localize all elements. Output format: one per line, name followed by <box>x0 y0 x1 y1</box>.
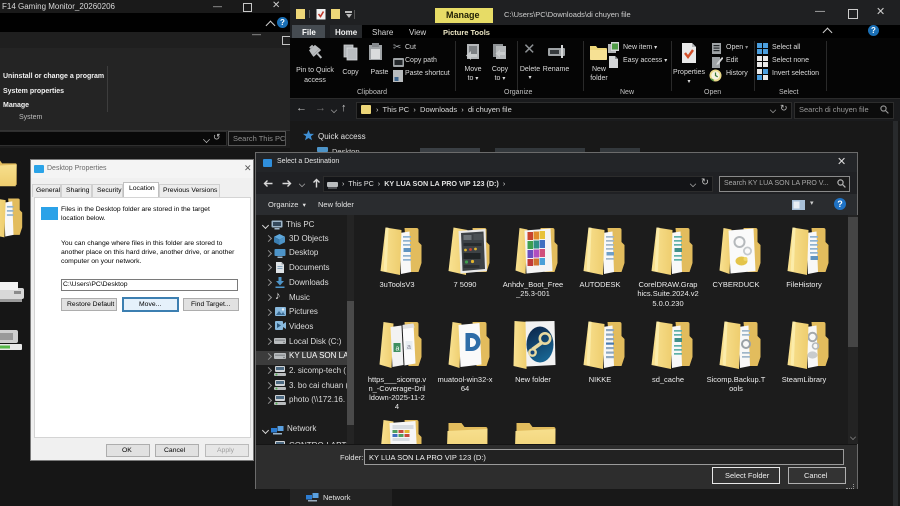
svg-text:a: a <box>396 346 400 353</box>
svg-text:a: a <box>407 344 411 351</box>
